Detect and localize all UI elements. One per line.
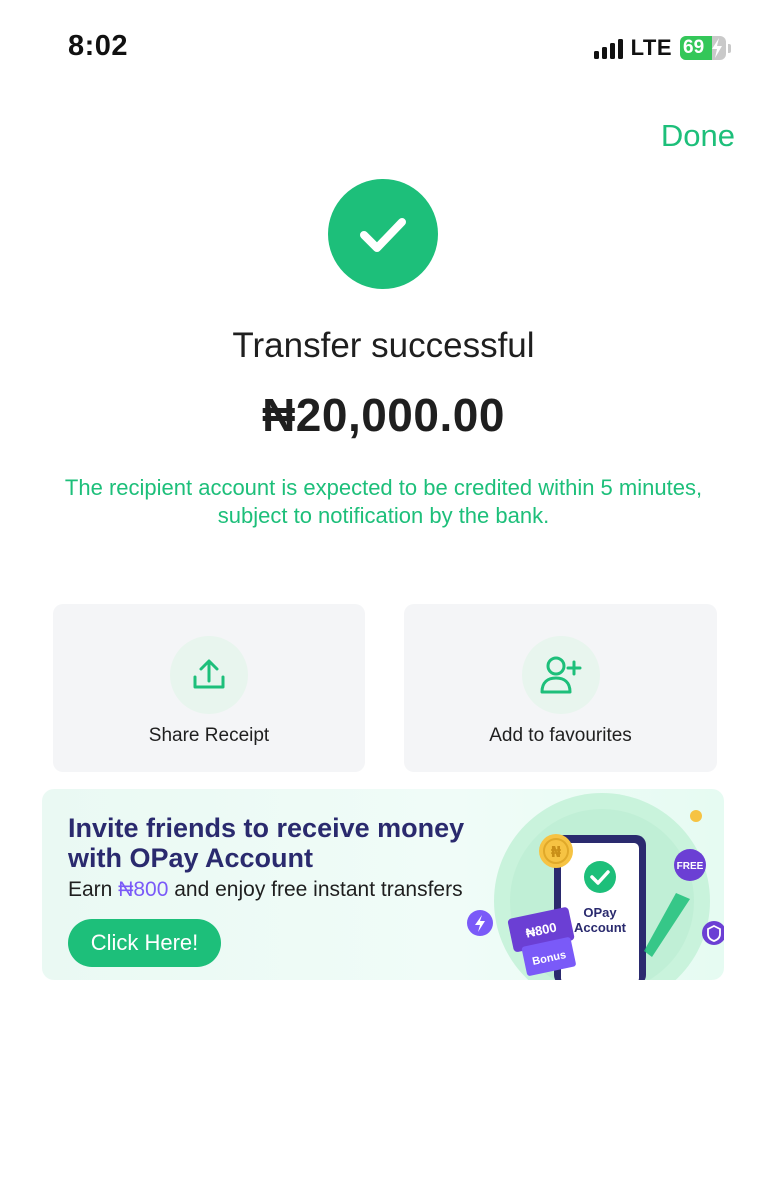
art-coin-symbol: ₦ [551, 843, 562, 861]
art-phone-check-circle [584, 861, 616, 893]
checkmark-icon [360, 218, 406, 252]
banner-sub-suffix: and enjoy free instant transfers [168, 878, 463, 901]
art-free-text: FREE [677, 861, 704, 872]
status-indicators: LTE 69 [593, 35, 731, 61]
signal-icon [593, 37, 623, 59]
art-yellow-dot [690, 810, 702, 822]
banner-sub-prefix: Earn [68, 878, 119, 901]
art-phone-text-2: Account [574, 920, 627, 935]
banner-subtext: Earn ₦800 and enjoy free instant transfe… [68, 878, 463, 902]
success-check-icon [328, 179, 438, 289]
opay-account-illustration: OPay Account ₦800 Bonus ₦ FREE [467, 793, 724, 980]
banner-headline: Invite friends to receive money with OPa… [68, 813, 468, 873]
banner-headline-line-1: Invite friends to receive money [68, 813, 465, 843]
share-receipt-button[interactable]: Share Receipt [53, 604, 365, 772]
add-to-favourites-button[interactable]: Add to favourites [404, 604, 717, 772]
transfer-success-screen: 8:02 LTE 69 Done Transfer successful ₦20… [0, 0, 767, 1200]
result-title: Transfer successful [232, 326, 535, 365]
network-type: LTE [630, 35, 672, 60]
battery-level: 69 [683, 37, 705, 58]
share-receipt-label: Share Receipt [148, 725, 270, 746]
battery-cap [728, 43, 731, 53]
battery-icon: 69 [680, 36, 726, 60]
credit-notice: The recipient account is expected to be … [64, 475, 703, 528]
add-user-icon-circle [521, 636, 600, 714]
done-button[interactable]: Done [661, 118, 735, 154]
add-to-favourites-label: Add to favourites [489, 725, 632, 746]
banner-headline-line-2: with OPay Account [68, 843, 314, 873]
share-upload-icon [193, 659, 225, 689]
banner-bonus-amount: ₦800 [118, 878, 169, 901]
transfer-amount: ₦20,000.00 [262, 389, 505, 441]
art-phone-text-1: OPay [583, 905, 617, 920]
click-here-button[interactable]: Click Here! [68, 919, 221, 967]
status-time: 8:02 [68, 30, 129, 62]
share-icon-circle [170, 636, 248, 714]
add-user-icon [540, 656, 581, 694]
invite-promo-banner[interactable]: Invite friends to receive money with OPa… [42, 789, 724, 980]
charging-bolt-icon [712, 38, 722, 58]
